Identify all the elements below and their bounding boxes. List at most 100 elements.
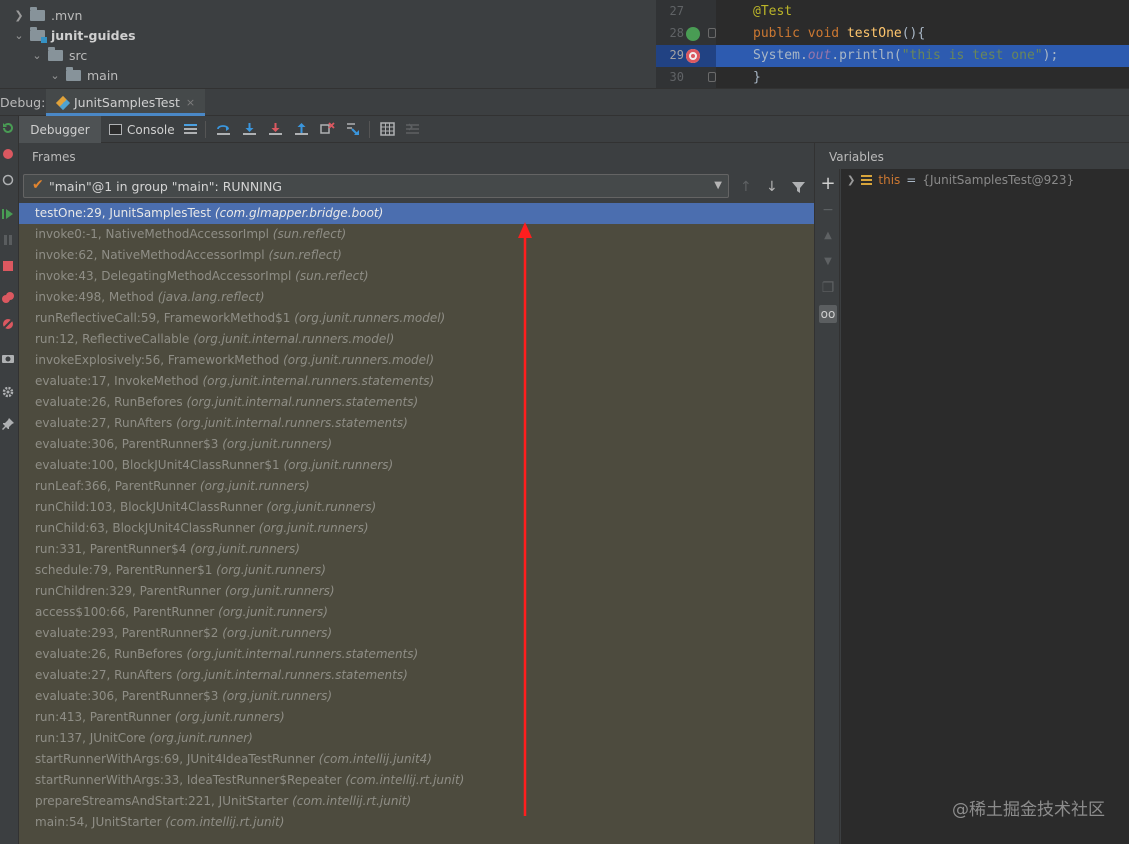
frame-method: evaluate:27, RunAfters (35, 668, 173, 682)
frame-row[interactable]: invoke:498, Method (java.lang.reflect) (19, 287, 814, 308)
keyword: public (753, 26, 800, 41)
move-down-icon[interactable]: ▼ (819, 253, 837, 271)
code-editor[interactable]: 27 @Test 28 public void testOne(){ 29 Sy… (656, 0, 1129, 88)
frame-row[interactable]: main:54, JUnitStarter (com.intellij.rt.j… (19, 812, 814, 833)
drop-frame-icon[interactable] (320, 122, 335, 136)
frame-package: (org.junit.runners) (222, 626, 333, 640)
pin-icon[interactable] (2, 418, 14, 430)
tree-item-src[interactable]: ⌄ src (32, 45, 87, 65)
tree-item-junit-guides[interactable]: ⌄ junit-guides (14, 25, 136, 45)
frame-row[interactable]: runChild:63, BlockJUnit4ClassRunner (org… (19, 518, 814, 539)
frame-row[interactable]: access$100:66, ParentRunner (org.junit.r… (19, 602, 814, 623)
camera-icon[interactable] (2, 352, 14, 364)
view-breakpoints-icon[interactable] (2, 292, 14, 304)
layout-menu-icon[interactable] (183, 122, 198, 136)
run-to-cursor-icon[interactable] (346, 122, 361, 136)
thread-selector[interactable]: ✔ "main"@1 in group "main": RUNNING ▼ (23, 174, 729, 198)
trace-current-stream-icon[interactable] (405, 122, 420, 136)
dropdown-arrow-icon[interactable]: ▼ (714, 180, 722, 191)
frame-row[interactable]: evaluate:27, RunAfters (org.junit.intern… (19, 413, 814, 434)
code-line-27[interactable]: 27 @Test (656, 1, 1129, 23)
variable-row[interactable]: ❯ this = {JunitSamplesTest@923} (847, 173, 1074, 187)
tab-console[interactable]: Console (107, 116, 175, 143)
frame-row[interactable]: evaluate:17, InvokeMethod (org.junit.int… (19, 371, 814, 392)
chevron-right-icon[interactable]: ❯ (847, 175, 855, 186)
frame-row-selected[interactable]: testOne:29, JunitSamplesTest (com.glmapp… (19, 203, 814, 224)
frame-method: run:331, ParentRunner$4 (35, 542, 187, 556)
frame-row[interactable]: runChild:103, BlockJUnit4ClassRunner (or… (19, 497, 814, 518)
frame-method: runChild:103, BlockJUnit4ClassRunner (35, 500, 263, 514)
step-into-icon[interactable] (268, 122, 283, 136)
next-frame-arrow-icon[interactable]: ↓ (766, 179, 778, 195)
stop-icon[interactable] (2, 260, 14, 272)
frame-method: invoke:43, DelegatingMethodAccessorImpl (35, 269, 292, 283)
breakpoint-icon[interactable] (686, 49, 700, 63)
resume-icon[interactable] (2, 208, 14, 220)
chevron-down-icon[interactable]: ⌄ (32, 49, 42, 62)
show-watches-glasses-icon[interactable]: oo (819, 305, 837, 323)
code-line-29-breakpoint[interactable]: 29 System.out.println("this is test one"… (656, 45, 1129, 67)
frame-row[interactable]: runChildren:329, ParentRunner (org.junit… (19, 581, 814, 602)
code-line-28[interactable]: 28 public void testOne(){ (656, 23, 1129, 45)
debug-session-tab[interactable]: JunitSamplesTest × (46, 89, 206, 116)
filter-icon[interactable] (792, 181, 805, 194)
frame-row[interactable]: invoke:43, DelegatingMethodAccessorImpl … (19, 266, 814, 287)
tree-item-main[interactable]: ⌄ main (50, 65, 118, 85)
add-watch-icon[interactable]: + (819, 175, 837, 193)
fold-marker-icon[interactable] (708, 72, 716, 82)
frame-row[interactable]: startRunnerWithArgs:33, IdeaTestRunner$R… (19, 770, 814, 791)
frame-row[interactable]: startRunnerWithArgs:69, JUnit4IdeaTestRu… (19, 749, 814, 770)
frame-package: (org.junit.internal.runners.model) (193, 332, 395, 346)
rerun-icon[interactable] (2, 122, 14, 134)
show-execution-point-icon[interactable] (216, 122, 231, 136)
frames-list[interactable]: testOne:29, JunitSamplesTest (com.glmapp… (19, 203, 814, 844)
fold-marker-icon[interactable] (708, 28, 716, 38)
chevron-right-icon[interactable]: ❯ (14, 9, 24, 22)
tab-label: Debugger (30, 123, 90, 137)
tree-item-label: .mvn (51, 7, 83, 23)
frame-row[interactable]: run:331, ParentRunner$4 (org.junit.runne… (19, 539, 814, 560)
remove-watch-icon[interactable]: − (819, 201, 837, 219)
rerun-failed-icon[interactable] (2, 148, 14, 160)
frame-row[interactable]: runLeaf:366, ParentRunner (org.junit.run… (19, 476, 814, 497)
frame-row[interactable]: run:413, ParentRunner (org.junit.runners… (19, 707, 814, 728)
frame-row[interactable]: run:137, JUnitCore (org.junit.runner) (19, 728, 814, 749)
frame-row[interactable]: run:12, ReflectiveCallable (org.junit.in… (19, 329, 814, 350)
frame-row[interactable]: invokeExplosively:56, FrameworkMethod (o… (19, 350, 814, 371)
frame-row[interactable]: invoke:62, NativeMethodAccessorImpl (sun… (19, 245, 814, 266)
chevron-down-icon[interactable]: ⌄ (50, 69, 60, 82)
frame-row[interactable]: evaluate:26, RunBefores (org.junit.inter… (19, 644, 814, 665)
frame-package: (com.intellij.rt.junit) (292, 794, 412, 808)
frame-row[interactable]: evaluate:100, BlockJUnit4ClassRunner$1 (… (19, 455, 814, 476)
folder-icon (30, 6, 45, 21)
close-icon[interactable]: × (186, 96, 195, 113)
duplicate-icon[interactable]: ❐ (819, 279, 837, 297)
frame-row[interactable]: evaluate:27, RunAfters (org.junit.intern… (19, 665, 814, 686)
frame-row[interactable]: invoke0:-1, NativeMethodAccessorImpl (su… (19, 224, 814, 245)
toggle-auto-test-icon[interactable] (2, 174, 14, 186)
frame-row[interactable]: prepareStreamsAndStart:221, JUnitStarter… (19, 791, 814, 812)
evaluate-expression-icon[interactable] (380, 122, 395, 136)
frame-method: run:12, ReflectiveCallable (35, 332, 190, 346)
frame-row[interactable]: schedule:79, ParentRunner$1 (org.junit.r… (19, 560, 814, 581)
frame-row[interactable]: runReflectiveCall:59, FrameworkMethod$1 … (19, 308, 814, 329)
variables-tree[interactable]: ❯ this = {JunitSamplesTest@923} (841, 169, 1129, 844)
tab-debugger[interactable]: Debugger (19, 116, 101, 143)
frame-method: runChildren:329, ParentRunner (35, 584, 221, 598)
gear-icon[interactable] (2, 386, 14, 398)
run-test-icon[interactable] (686, 27, 700, 41)
frame-method: runChild:63, BlockJUnit4ClassRunner (35, 521, 255, 535)
mute-breakpoints-icon[interactable] (2, 318, 14, 330)
step-out-icon[interactable] (294, 122, 309, 136)
previous-frame-arrow-icon[interactable]: ↑ (740, 179, 752, 195)
frame-row[interactable]: evaluate:306, ParentRunner$3 (org.junit.… (19, 434, 814, 455)
pause-icon[interactable] (2, 234, 14, 246)
frame-row[interactable]: evaluate:306, ParentRunner$3 (org.junit.… (19, 686, 814, 707)
frame-row[interactable]: evaluate:293, ParentRunner$2 (org.junit.… (19, 623, 814, 644)
chevron-down-icon[interactable]: ⌄ (14, 29, 24, 42)
code-line-30[interactable]: 30 } (656, 67, 1129, 89)
tree-item-mvn[interactable]: ❯ .mvn (14, 5, 82, 25)
move-up-icon[interactable]: ▲ (819, 227, 837, 245)
step-over-icon[interactable] (242, 122, 257, 136)
frame-row[interactable]: evaluate:26, RunBefores (org.junit.inter… (19, 392, 814, 413)
